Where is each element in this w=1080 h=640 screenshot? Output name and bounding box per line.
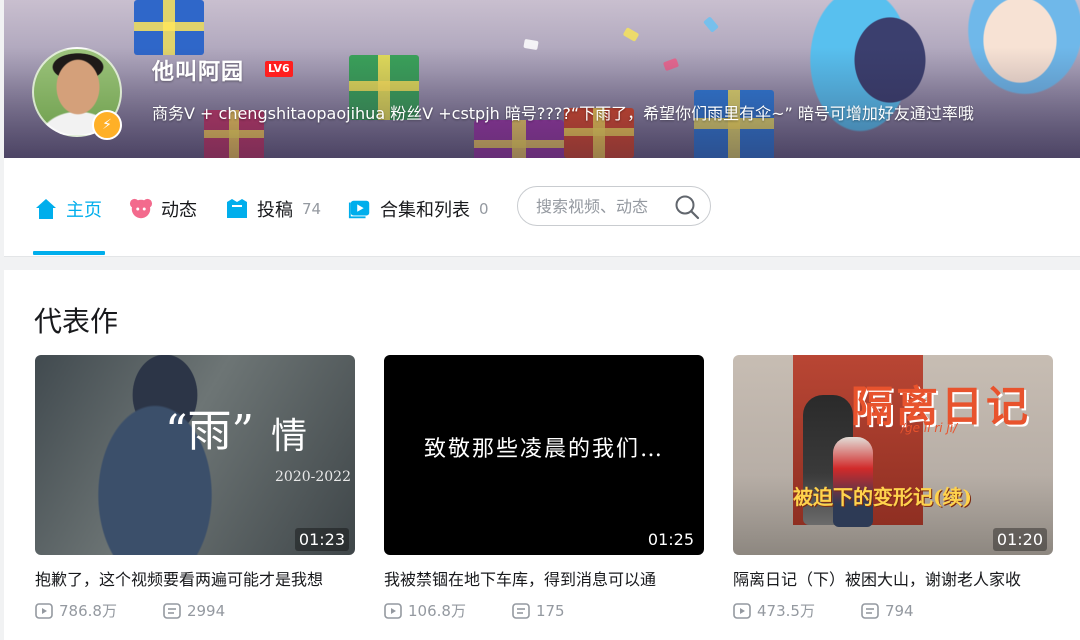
section-title: 代表作 bbox=[34, 305, 119, 338]
danmaku-icon bbox=[163, 602, 181, 619]
home-icon bbox=[34, 197, 58, 221]
collection-icon bbox=[348, 197, 372, 221]
tab-collections[interactable]: 合集和列表 0 bbox=[348, 194, 489, 224]
thumbnail-text: 致敬那些凌晨的我们… bbox=[423, 437, 664, 462]
danmaku-icon bbox=[861, 602, 879, 619]
video-card[interactable]: 致敬那些凌晨的我们… 01:25 我被禁锢在地下车库，得到消息可以通 106.8… bbox=[384, 355, 704, 621]
main-panel: 代表作 “雨” 情 2020-2022 01:23 抱歉了，这个视频要看两遍可能… bbox=[4, 270, 1080, 640]
tab-home[interactable]: 主页 bbox=[34, 194, 102, 224]
video-duration: 01:23 bbox=[294, 528, 349, 551]
tab-label: 动态 bbox=[161, 200, 197, 221]
video-card[interactable]: 隔离日记 /ge li ri ji/ 被迫下的变形记(续) 01:20 隔离日记… bbox=[733, 355, 1053, 621]
view-count: 786.8万 bbox=[35, 600, 117, 621]
thumbnail-text: /ge li ri ji/ bbox=[901, 421, 958, 435]
danmaku-icon bbox=[512, 602, 530, 619]
video-title[interactable]: 抱歉了，这个视频要看两遍可能才是我想 bbox=[35, 566, 355, 590]
view-count: 106.8万 bbox=[384, 600, 466, 621]
search-icon[interactable] bbox=[674, 194, 700, 220]
collections-count: 0 bbox=[479, 200, 489, 218]
video-card[interactable]: “雨” 情 2020-2022 01:23 抱歉了，这个视频要看两遍可能才是我想… bbox=[35, 355, 355, 621]
thumbnail-text: 2020-2022 bbox=[275, 469, 351, 485]
video-stats: 106.8万 175 bbox=[384, 600, 704, 621]
search-box[interactable] bbox=[517, 186, 711, 226]
video-title[interactable]: 我被禁锢在地下车库，得到消息可以通 bbox=[384, 566, 704, 590]
active-tab-indicator bbox=[33, 251, 105, 255]
dynamic-icon bbox=[129, 197, 153, 221]
play-count-icon bbox=[35, 602, 53, 619]
video-thumbnail[interactable]: 致敬那些凌晨的我们… 01:25 bbox=[384, 355, 704, 555]
video-thumbnail[interactable]: 隔离日记 /ge li ri ji/ 被迫下的变形记(续) 01:20 bbox=[733, 355, 1053, 555]
thumbnail-text: “雨” bbox=[165, 406, 254, 457]
thumbnail-text: 情 bbox=[271, 416, 308, 457]
comment-count: 2994 bbox=[163, 602, 225, 620]
video-duration: 01:25 bbox=[643, 528, 698, 551]
comment-count: 175 bbox=[512, 602, 565, 620]
video-stats: 786.8万 2994 bbox=[35, 600, 355, 621]
video-duration: 01:20 bbox=[992, 528, 1047, 551]
video-thumbnail[interactable]: “雨” 情 2020-2022 01:23 bbox=[35, 355, 355, 555]
tab-uploads[interactable]: 投稿 74 bbox=[225, 194, 321, 224]
tab-label: 投稿 bbox=[257, 200, 293, 221]
play-count-icon bbox=[733, 602, 751, 619]
tab-label: 主页 bbox=[66, 200, 102, 221]
view-count: 473.5万 bbox=[733, 600, 815, 621]
upload-icon bbox=[225, 197, 249, 221]
video-stats: 473.5万 794 bbox=[733, 600, 1053, 621]
profile-signature: 商务V + chengshitaopaojihua 粉丝V +cstpjh 暗号… bbox=[152, 104, 974, 123]
search-input[interactable] bbox=[534, 195, 678, 217]
lightning-icon: ⚡ bbox=[92, 110, 122, 140]
play-count-icon bbox=[384, 602, 402, 619]
level-badge: LV6 bbox=[265, 61, 293, 77]
username[interactable]: 他叫阿园 bbox=[152, 54, 244, 86]
video-title[interactable]: 隔离日记（下）被困大山，谢谢老人家收 bbox=[733, 566, 1053, 590]
uploads-count: 74 bbox=[302, 200, 322, 218]
profile-nav-bar: 主页 动态 投稿 74 合集和列表 0 搜索视频、动态 bbox=[4, 158, 1080, 257]
comment-count: 794 bbox=[861, 602, 914, 620]
thumbnail-text: 被迫下的变形记(续) bbox=[793, 485, 972, 509]
tab-label: 合集和列表 bbox=[380, 200, 470, 221]
tab-dynamic[interactable]: 动态 bbox=[129, 194, 197, 224]
